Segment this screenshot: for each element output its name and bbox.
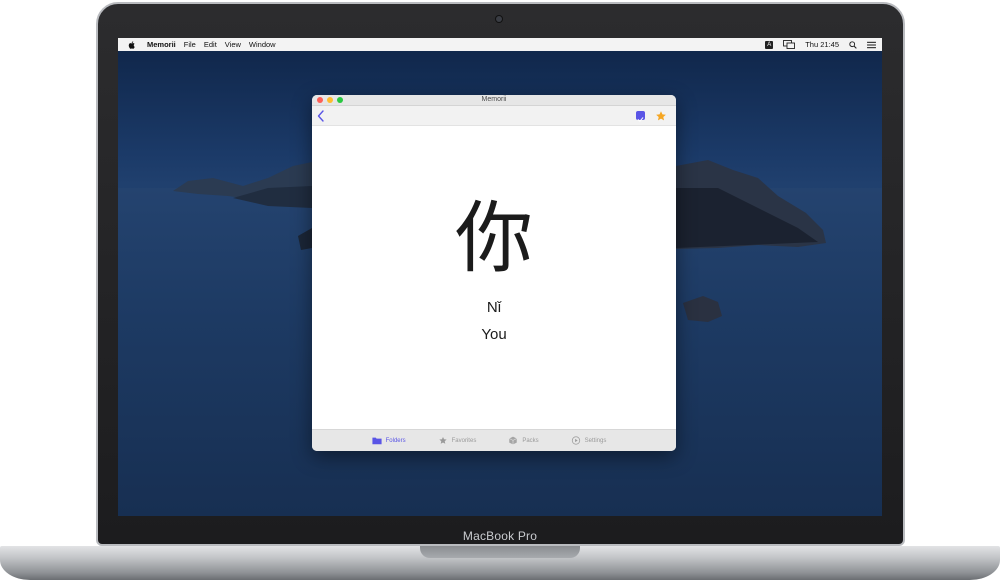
apple-menu-icon[interactable] bbox=[127, 40, 137, 50]
menu-view[interactable]: View bbox=[225, 40, 241, 49]
flashcard[interactable]: 你 Nǐ You bbox=[312, 126, 676, 429]
menu-app-name[interactable]: Memorii bbox=[147, 40, 176, 49]
tab-packs-label: Packs bbox=[522, 437, 539, 444]
spotlight-search-icon[interactable] bbox=[849, 40, 857, 49]
flashcard-pinyin: Nǐ bbox=[486, 299, 502, 316]
menu-clock[interactable]: Thu 21:45 bbox=[805, 40, 839, 49]
menu-bar: Memorii File Edit View Window A Thu 21:4… bbox=[118, 38, 882, 51]
screen: Memorii File Edit View Window A Thu 21:4… bbox=[118, 38, 882, 516]
tab-folders[interactable]: Folders bbox=[372, 436, 406, 445]
menu-edit[interactable]: Edit bbox=[204, 40, 217, 49]
webcam-icon bbox=[496, 16, 502, 22]
window-titlebar[interactable]: Memorii bbox=[312, 95, 676, 106]
box-icon bbox=[509, 436, 518, 445]
folder-icon bbox=[372, 437, 382, 445]
tab-favorites[interactable]: Favorites bbox=[438, 436, 477, 445]
device-model-label: MacBook Pro bbox=[462, 529, 538, 543]
tab-settings[interactable]: Settings bbox=[571, 436, 607, 445]
star-icon bbox=[439, 436, 447, 444]
back-chevron-icon[interactable] bbox=[317, 110, 325, 122]
tab-bar: Folders Favorites Packs Settings bbox=[312, 429, 676, 451]
checkbox-icon[interactable] bbox=[636, 111, 645, 122]
app-window: Memorii 你 Nǐ You Folders Favorites Packs… bbox=[312, 95, 676, 451]
window-title: Memorii bbox=[481, 96, 507, 103]
input-source-icon[interactable]: A bbox=[765, 40, 774, 49]
menu-file[interactable]: File bbox=[184, 40, 196, 49]
laptop-opening-notch bbox=[420, 546, 580, 558]
tab-packs[interactable]: Packs bbox=[508, 436, 539, 445]
control-center-icon[interactable] bbox=[867, 41, 876, 49]
flashcard-meaning: You bbox=[481, 326, 507, 343]
tab-favorites-label: Favorites bbox=[451, 437, 477, 444]
display-mirroring-icon[interactable] bbox=[783, 40, 796, 49]
play-circle-icon bbox=[571, 436, 580, 445]
flashcard-character: 你 bbox=[454, 194, 533, 284]
tab-settings-label: Settings bbox=[584, 437, 607, 444]
menu-window[interactable]: Window bbox=[249, 40, 276, 49]
tab-folders-label: Folders bbox=[385, 437, 406, 444]
favorite-star-icon[interactable] bbox=[655, 110, 667, 122]
window-toolbar bbox=[312, 106, 676, 126]
